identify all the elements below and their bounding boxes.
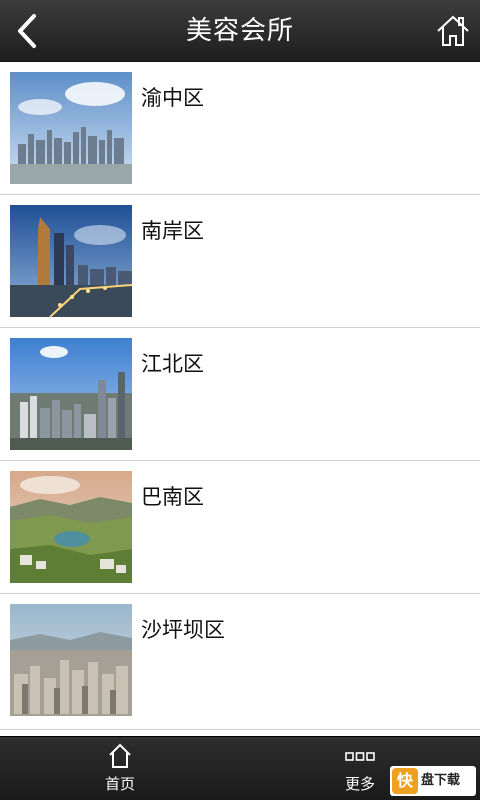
- list-item[interactable]: 江北区: [0, 328, 480, 461]
- watermark-badge: 快: [392, 768, 418, 794]
- home-icon[interactable]: [436, 14, 470, 48]
- district-name: 南岸区: [141, 219, 204, 243]
- district-thumbnail: [10, 72, 132, 184]
- list-item[interactable]: 巴南区: [0, 461, 480, 594]
- district-list: 渝中区 南岸区 江北区 巴南区 沙坪坝区: [0, 62, 480, 730]
- home-outline-icon: [108, 743, 132, 769]
- tab-home-label: 首页: [104, 775, 135, 793]
- page-title: 美容会所: [185, 16, 294, 46]
- tab-home[interactable]: 首页: [60, 737, 180, 800]
- watermark-logo: 快 盘下载: [390, 766, 476, 796]
- district-name: 沙坪坝区: [141, 618, 225, 642]
- top-navigation-bar: 美容会所: [0, 0, 480, 62]
- district-name: 江北区: [141, 352, 204, 376]
- district-thumbnail: [10, 471, 132, 583]
- list-item[interactable]: 沙坪坝区: [0, 594, 480, 730]
- district-thumbnail: [10, 604, 132, 716]
- district-name: 渝中区: [141, 86, 204, 110]
- district-thumbnail: [10, 338, 132, 450]
- district-name: 巴南区: [141, 485, 204, 509]
- more-squares-icon: [345, 743, 375, 769]
- list-item[interactable]: 南岸区: [0, 195, 480, 328]
- list-item[interactable]: 渝中区: [0, 62, 480, 195]
- watermark-title: 盘下载: [421, 773, 461, 788]
- district-thumbnail: [10, 205, 132, 317]
